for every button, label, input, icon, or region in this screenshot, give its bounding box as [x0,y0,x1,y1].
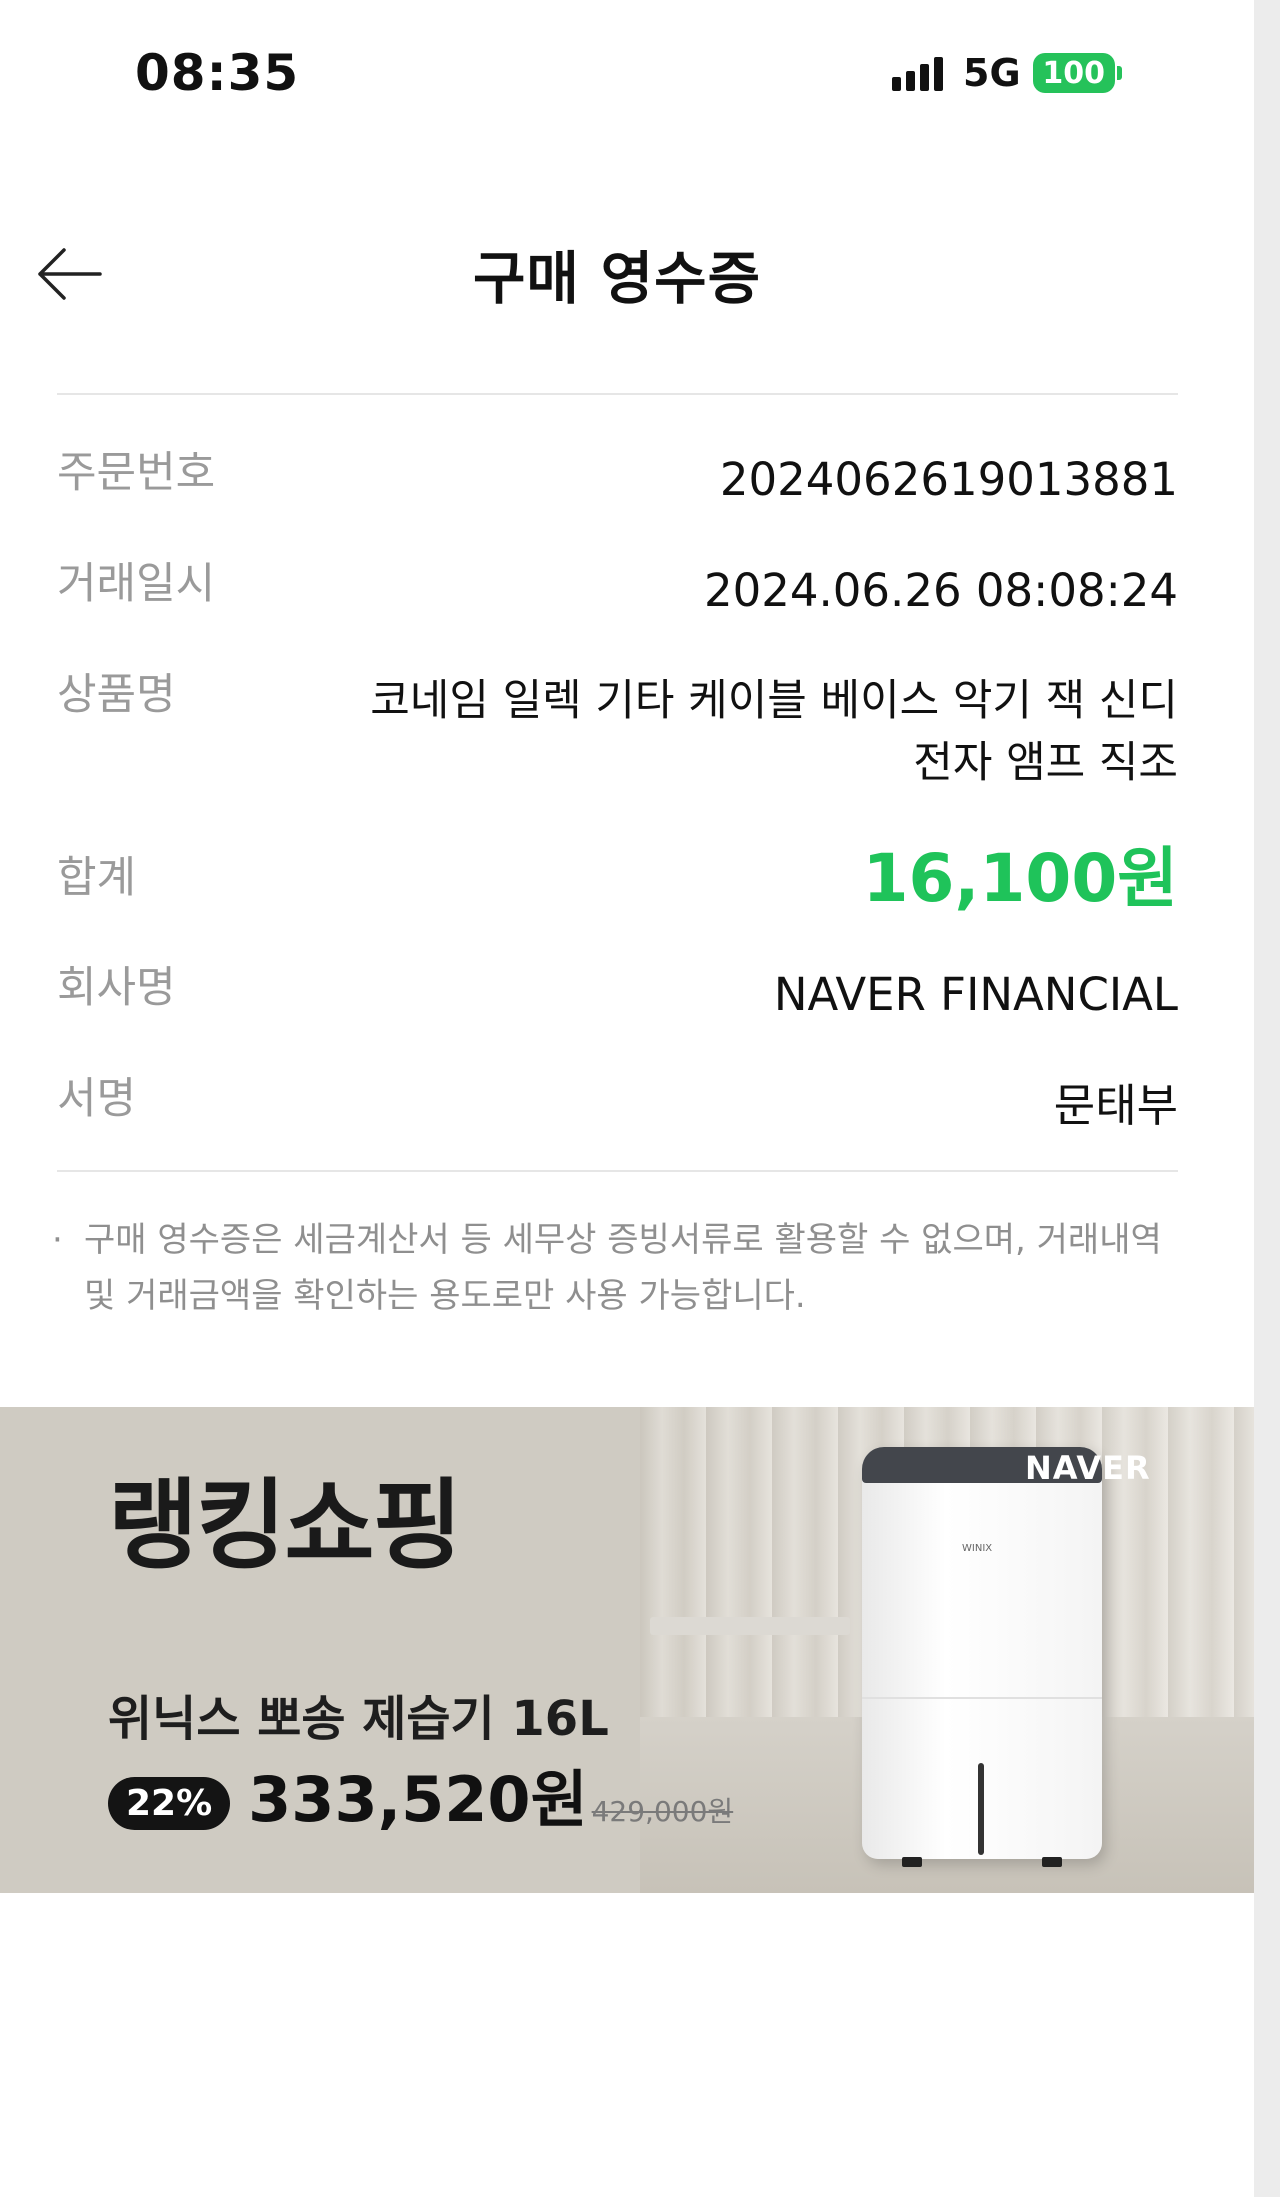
ad-banner[interactable]: WINIX NAVER 랭킹쇼핑 위닉스 뽀송 제습기 16L 22% 333,… [0,1407,1254,1893]
battery-icon: 100 [1032,53,1122,93]
datetime-value: 2024.06.26 08:08:24 [703,564,1178,617]
receipt-screen: 08:35 5G 100 구매 영수증 주문번호 202406261901388… [0,0,1254,2197]
row-company: 회사명 NAVER FINANCIAL [57,963,1178,1026]
order-number-label: 주문번호 [57,448,216,498]
product-label: 상품명 [57,670,176,720]
row-total: 합계 16,100원 [57,839,1178,917]
signature-label: 서명 [57,1074,137,1125]
receipt-details: 주문번호 2024062619013881 거래일시 2024.06.26 08… [57,448,1178,1185]
banner-original-price: 429,000원 [591,1795,734,1828]
row-signature: 서명 문태부 [57,1074,1178,1137]
notice-bullet: · [52,1220,63,1260]
banner-price-row: 22% 333,520원 429,000원 [108,1749,733,1839]
signature-value: 문태부 [1053,1079,1178,1133]
company-label: 회사명 [57,963,176,1014]
page-title: 구매 영수증 [472,246,762,312]
naver-logo: NAVER [1025,1449,1151,1487]
ranking-shopping-logo: 랭킹쇼핑 [108,1469,463,1583]
datetime-label: 거래일시 [57,559,216,609]
notice-text: 구매 영수증은 세금계산서 등 세무상 증빙서류로 활용할 수 없으며, 거래내… [84,1220,1162,1317]
total-value: 16,100원 [862,839,1178,917]
receipt-notice: · 구매 영수증은 세금계산서 등 세무상 증빙서류로 활용할 수 없으며, 거… [52,1212,1182,1324]
product-name-value: 코네임 일렉 기타 케이블 베이스 악기 잭 신디 전자 앰프 직조 [370,676,1178,789]
order-number-value: 2024062619013881 [719,453,1178,506]
row-order-number: 주문번호 2024062619013881 [57,448,1178,511]
status-time: 08:35 [135,44,300,102]
company-value: NAVER FINANCIAL [773,968,1178,1022]
row-product: 상품명 코네임 일렉 기타 케이블 베이스 악기 잭 신디 전자 앰프 직조 [57,670,1178,795]
total-label: 합계 [57,852,137,903]
banner-price: 333,520원 [248,1763,588,1836]
top-divider [57,393,1178,395]
status-indicators: 5G 100 [892,51,1122,95]
row-datetime: 거래일시 2024.06.26 08:08:24 [57,559,1178,622]
appliance-brand-label: WINIX [962,1543,993,1554]
battery-level: 100 [1032,53,1115,93]
discount-badge: 22% [108,1777,231,1830]
banner-product-name: 위닉스 뽀송 제습기 16L [108,1691,609,1747]
bottom-divider [57,1170,1178,1172]
signal-icon [892,55,943,91]
network-label: 5G [963,51,1021,95]
dehumidifier-image: WINIX [862,1447,1102,1867]
